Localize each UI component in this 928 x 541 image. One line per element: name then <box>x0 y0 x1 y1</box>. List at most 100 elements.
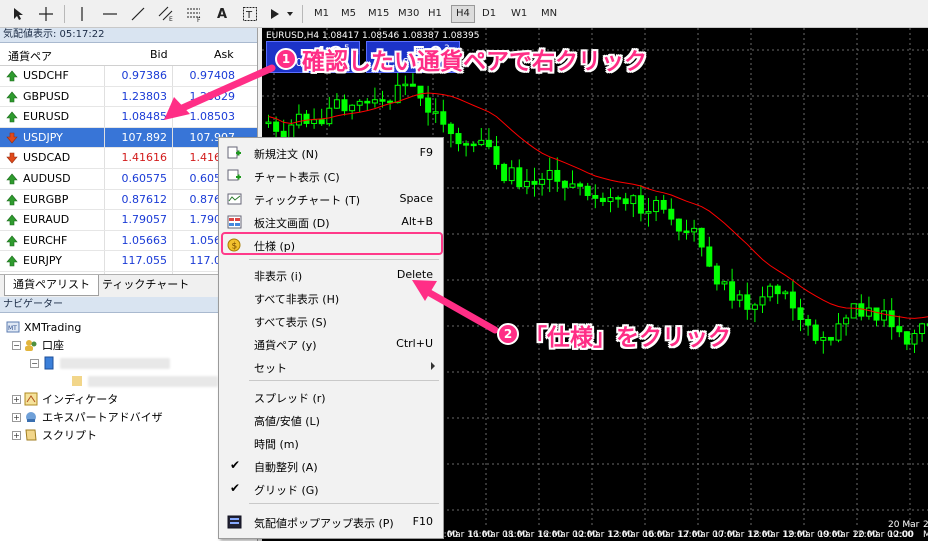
menu-item-new-order[interactable]: 新規注文 (N) F9 <box>219 142 443 164</box>
bid-price: 117.055 <box>121 254 168 268</box>
menu-item-label: 通貨ペア (y) <box>254 339 317 352</box>
candle-body <box>349 104 356 112</box>
equidistant-channel-icon[interactable]: E <box>156 4 176 24</box>
new-order-icon <box>227 146 242 160</box>
crosshair-tool-icon[interactable] <box>36 4 56 24</box>
menu-item-hide-all[interactable]: すべて非表示 (H) <box>219 287 443 309</box>
cursor-tool-icon[interactable] <box>10 4 28 24</box>
menu-item-chart-window[interactable]: チャート表示 (C) <box>219 165 443 187</box>
timeframe-h1-button[interactable]: H1 <box>424 5 446 23</box>
column-symbol[interactable]: 通貨ペア <box>8 48 52 64</box>
candle-body <box>371 99 378 104</box>
candle-body <box>387 100 394 104</box>
nav-indicators[interactable]: + インディケータ <box>12 391 118 407</box>
candle-body <box>903 331 910 345</box>
price-up-icon <box>6 111 18 123</box>
menu-item-tick-chart[interactable]: ティックチャート (T) Space <box>219 188 443 210</box>
fibonacci-icon[interactable]: F <box>184 4 204 24</box>
market-watch-row[interactable]: GBPUSD 1.23803 1.23829 <box>0 86 257 108</box>
ask-price: 1.08503 <box>189 110 236 124</box>
timeframe-m1-button[interactable]: M1 <box>310 5 333 23</box>
nav-scripts[interactable]: + スクリプト <box>12 427 97 443</box>
text-tool-icon[interactable]: A <box>212 4 232 24</box>
menu-item-spread[interactable]: スプレッド (r) <box>219 386 443 408</box>
menu-item-high-low[interactable]: 高値/安値 (L) <box>219 409 443 431</box>
symbol-name: USDJPY <box>23 130 63 144</box>
symbol-name: USDCHF <box>23 69 69 82</box>
step1-badge: 1 <box>275 48 297 70</box>
vertical-line-icon[interactable] <box>72 4 92 24</box>
menu-item-shortcut: F10 <box>412 515 433 528</box>
menu-item-sets[interactable]: セット <box>219 356 443 378</box>
expand-icon[interactable]: + <box>12 394 21 404</box>
trendline-icon[interactable] <box>128 4 148 24</box>
svg-text:T: T <box>245 10 253 21</box>
bid-price: 0.60575 <box>121 171 168 185</box>
expand-icon[interactable]: + <box>12 412 21 422</box>
nav-expert-advisors[interactable]: + エキスパートアドバイザ <box>12 409 163 425</box>
candle-body <box>759 296 766 306</box>
market-watch-row[interactable]: EURUSD 1.08485 1.08503 <box>0 107 257 128</box>
price-up-icon <box>6 173 18 185</box>
nav-root-label: XMTrading <box>24 320 82 334</box>
candle-body <box>379 99 386 102</box>
menu-item-time[interactable]: 時間 (m) <box>219 432 443 454</box>
menu-item-symbols[interactable]: 通貨ペア (y) Ctrl+U <box>219 333 443 355</box>
horizontal-line-icon[interactable] <box>100 4 120 24</box>
arrows-dropdown-icon[interactable] <box>268 4 296 24</box>
candle-body <box>295 113 302 126</box>
nav-account-server[interactable]: − <box>30 355 170 371</box>
collapse-icon[interactable]: − <box>12 340 21 350</box>
candle-body <box>493 146 500 165</box>
column-ask[interactable]: Ask <box>214 48 234 61</box>
bid-price: 1.05663 <box>121 233 168 247</box>
candle-body <box>599 197 606 203</box>
bid-price: 1.41616 <box>121 151 168 165</box>
candle-body <box>706 246 713 267</box>
menu-item-auto-arrange[interactable]: ✔ 自動整列 (A) <box>219 455 443 477</box>
candle-body <box>744 294 751 310</box>
timeframe-mn-button[interactable]: MN <box>537 5 561 23</box>
menu-item-label: 高値/安値 (L) <box>254 415 320 428</box>
menu-item-show-all[interactable]: すべて表示 (S) <box>219 310 443 332</box>
nav-account-login[interactable] <box>70 373 218 389</box>
menu-item-popup-prices[interactable]: 気配値ポップアップ表示 (P) F10 <box>219 511 443 533</box>
timeframe-d1-button[interactable]: D1 <box>478 5 500 23</box>
menu-item-grid[interactable]: ✔ グリッド (G) <box>219 478 443 500</box>
column-bid[interactable]: Bid <box>150 48 168 61</box>
timeframe-m5-button[interactable]: M5 <box>337 5 360 23</box>
menu-item-shortcut: F9 <box>419 146 433 159</box>
candle-body <box>873 307 880 321</box>
candle-body <box>394 84 401 104</box>
chart-window-icon <box>227 169 242 183</box>
expand-icon[interactable]: + <box>12 430 21 440</box>
time-axis-label: 20 Mar 12:00 <box>888 520 920 540</box>
market-watch-row[interactable]: USDCHF 0.97386 0.97408 <box>0 66 257 87</box>
candle-body <box>470 143 477 147</box>
candle-body <box>523 180 530 188</box>
collapse-icon[interactable]: − <box>30 358 39 368</box>
candle-body <box>554 169 561 182</box>
timeframe-m15-button[interactable]: M15 <box>364 5 393 23</box>
tab-symbols[interactable]: 通貨ペアリスト <box>4 275 99 296</box>
timeframe-w1-button[interactable]: W1 <box>507 5 531 23</box>
candle-body <box>774 285 781 295</box>
text-label-icon[interactable]: T <box>240 4 260 24</box>
timeframe-m30-button[interactable]: M30 <box>394 5 423 23</box>
server-icon <box>42 356 56 370</box>
candle-body <box>713 265 720 285</box>
nav-root-xmtrading[interactable]: MT XMTrading <box>6 319 81 335</box>
tab-tick-chart[interactable]: ティックチャート <box>94 275 197 296</box>
nav-scripts-label: スクリプト <box>42 429 97 442</box>
nav-accounts[interactable]: − 口座 <box>12 337 64 353</box>
candle-body <box>805 318 812 326</box>
scripts-icon <box>24 428 38 442</box>
candle-body <box>561 180 568 188</box>
menu-item-label: 気配値ポップアップ表示 (P) <box>254 517 394 530</box>
candle-body <box>767 285 774 298</box>
menu-item-hide[interactable]: 非表示 (i) Delete <box>219 264 443 286</box>
expert-advisors-icon <box>24 410 38 424</box>
timeframe-h4-button[interactable]: H4 <box>451 5 475 23</box>
menu-item-depth-of-market[interactable]: 板注文画面 (D) Alt+B <box>219 211 443 233</box>
menu-item-label: 自動整列 (A) <box>254 461 318 474</box>
